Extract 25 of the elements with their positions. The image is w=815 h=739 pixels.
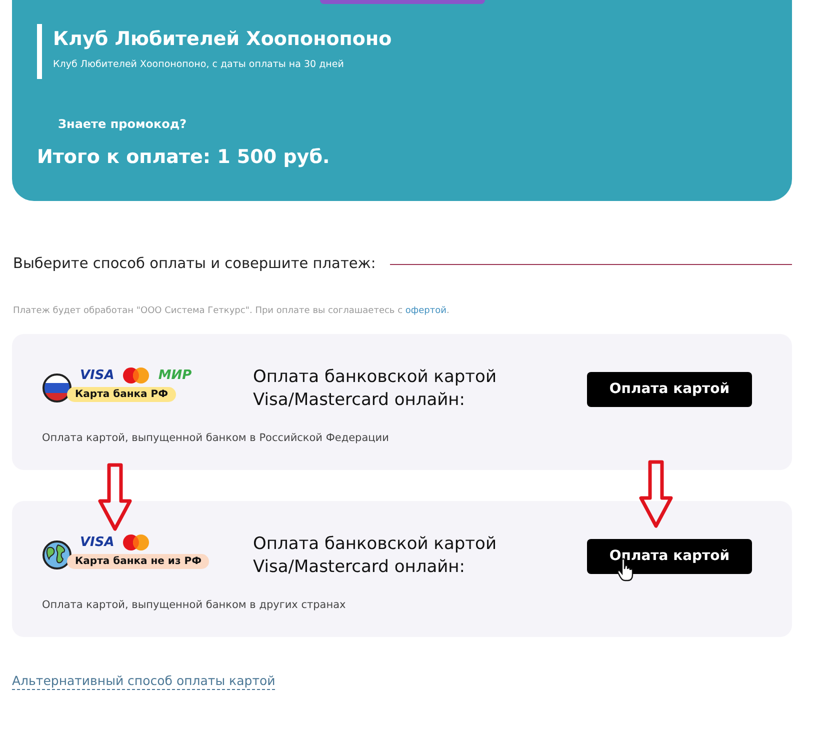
card-bank-badge: Карта банка не из РФ — [67, 554, 210, 569]
method-description: Оплата картой, выпущенной банком в Российской Федерации — [42, 432, 390, 444]
alternative-payment-link[interactable]: Альтернативный способ оплаты картой — [12, 673, 276, 690]
card-bank-badge: Карта банка РФ — [67, 387, 176, 402]
visa-logo: VISA — [80, 535, 114, 550]
down-arrow-icon — [98, 463, 132, 531]
russian-flag-icon — [42, 373, 72, 403]
offer-notice: Платеж будет обработан "ООО Система Геткурс". При оплате вы соглашаетесь с офертой. — [12, 306, 450, 316]
method-title: Оплата банковской картой Visa/Mastercard онлайн: — [253, 366, 498, 412]
visa-logo: VISA — [80, 368, 114, 383]
promo-code-link[interactable]: Знаете промокод? — [58, 117, 187, 131]
offer-link[interactable]: офертой — [405, 306, 446, 316]
down-arrow-icon — [639, 460, 673, 528]
mir-logo: МИР — [158, 368, 192, 383]
product-subtitle: Клуб Любителей Хоопонопоно, с даты оплаты на 30 дней — [53, 59, 345, 71]
pay-by-card-button[interactable]: Оплата картой — [587, 538, 752, 574]
pay-by-card-button[interactable]: Оплата картой — [587, 372, 752, 406]
mastercard-logo — [122, 367, 150, 384]
mastercard-logo — [122, 534, 150, 551]
product-title: Клуб Любителей Хоопонопоно — [53, 28, 392, 50]
method-description: Оплата картой, выпущенной банком в других странах — [42, 599, 347, 611]
globe-icon — [42, 540, 72, 570]
total-amount: Итого к оплате: 1 500 руб. — [37, 146, 331, 168]
method-title: Оплата банковской картой Visa/Mastercard онлайн: — [253, 533, 498, 579]
section-heading: Выберите способ оплаты и совершите платеж: — [13, 256, 376, 272]
